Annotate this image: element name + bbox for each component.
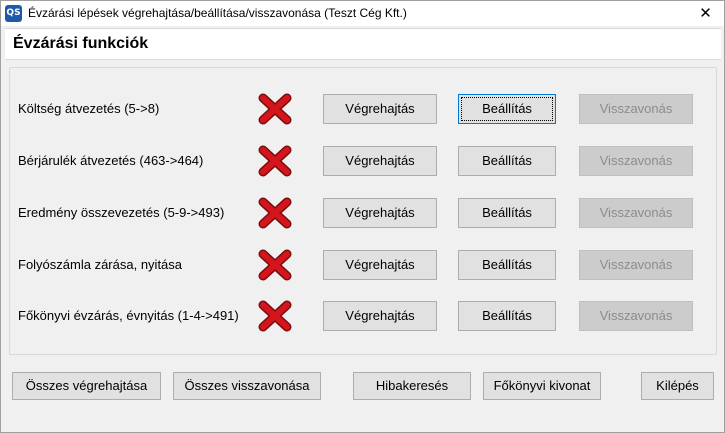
function-label: Főkönyvi évzárás, évnyitás (1-4->491) [18, 308, 239, 323]
execute-button[interactable]: Végrehajtás [323, 301, 437, 331]
main-window: QS Évzárási lépések végrehajtása/beállít… [0, 0, 725, 433]
settings-button[interactable]: Beállítás [458, 301, 556, 331]
function-label: Folyószámla zárása, nyitása [18, 257, 183, 272]
settings-button[interactable]: Beállítás [458, 94, 556, 124]
error-x-icon [258, 93, 292, 125]
error-x-icon [258, 197, 292, 229]
ledger-extract-button[interactable]: Főkönyvi kivonat [483, 372, 601, 400]
settings-button[interactable]: Beállítás [458, 146, 556, 176]
function-label: Eredmény összevezetés (5-9->493) [18, 205, 225, 220]
execute-button[interactable]: Végrehajtás [323, 94, 437, 124]
page-title: Évzárási funkciók [13, 35, 149, 52]
function-row: Költség átvezetés (5->8) Végrehajtás Beá… [10, 93, 716, 125]
function-label: Költség átvezetés (5->8) [18, 101, 160, 116]
debug-button[interactable]: Hibakeresés [353, 372, 471, 400]
undo-button[interactable]: Visszavonás [579, 301, 693, 331]
functions-panel: Költség átvezetés (5->8) Végrehajtás Beá… [9, 67, 717, 355]
undo-button[interactable]: Visszavonás [579, 146, 693, 176]
function-row: Főkönyvi évzárás, évnyitás (1-4->491) Vé… [10, 300, 716, 332]
undo-button[interactable]: Visszavonás [579, 250, 693, 280]
exit-button[interactable]: Kilépés [641, 372, 714, 400]
close-button[interactable]: ✕ [695, 3, 716, 24]
error-x-icon [258, 249, 292, 281]
function-row: Folyószámla zárása, nyitása Végrehajtás … [10, 249, 716, 281]
error-x-icon [258, 300, 292, 332]
function-label: Bérjárulék átvezetés (463->464) [18, 153, 204, 168]
undo-button[interactable]: Visszavonás [579, 94, 693, 124]
execute-button[interactable]: Végrehajtás [323, 198, 437, 228]
settings-button[interactable]: Beállítás [458, 198, 556, 228]
execute-all-button[interactable]: Összes végrehajtása [12, 372, 161, 400]
function-row: Bérjárulék átvezetés (463->464) Végrehaj… [10, 145, 716, 177]
error-x-icon [258, 145, 292, 177]
execute-button[interactable]: Végrehajtás [323, 146, 437, 176]
undo-button[interactable]: Visszavonás [579, 198, 693, 228]
header-bar: Évzárási funkciók [5, 28, 721, 60]
app-icon: QS [5, 5, 22, 22]
title-bar[interactable]: QS Évzárási lépések végrehajtása/beállít… [1, 1, 724, 26]
function-row: Eredmény összevezetés (5-9->493) Végreha… [10, 197, 716, 229]
window-title: Évzárási lépések végrehajtása/beállítása… [28, 6, 407, 20]
execute-button[interactable]: Végrehajtás [323, 250, 437, 280]
settings-button[interactable]: Beállítás [458, 250, 556, 280]
undo-all-button[interactable]: Összes visszavonása [173, 372, 321, 400]
